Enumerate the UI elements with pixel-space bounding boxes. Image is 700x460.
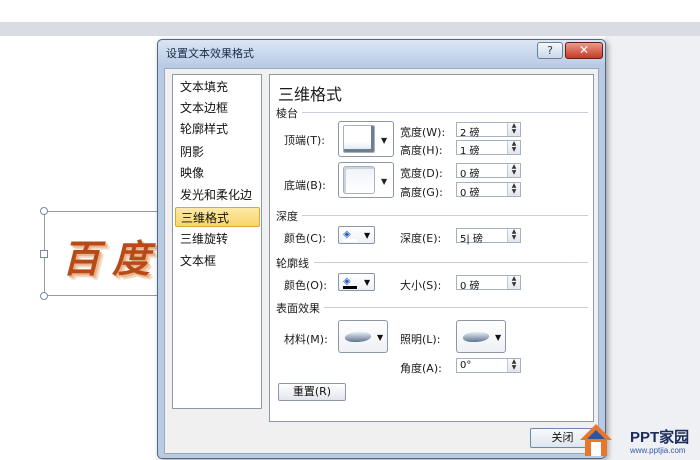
chevron-down-icon: ▼ [377,333,384,342]
category-glow-soft-edges[interactable]: 发光和柔化边缘 [175,185,260,222]
lighting-label: 照明(L): [400,333,441,346]
help-button[interactable]: ? [537,42,563,59]
depth-divider [302,215,588,216]
contour-size-label: 大小(S): [400,279,442,292]
spinner-arrows-icon[interactable]: ▲ ▼ [507,229,520,242]
resize-handle-top-left[interactable] [40,207,48,215]
bevel-bottom-height-value[interactable]: 0 磅 [460,184,480,199]
dialog-titlebar[interactable]: 设置文本效果格式 ? ✕ [158,40,605,64]
chevron-down-icon: ▼ [381,136,388,145]
depth-value[interactable]: 5| 磅 [460,230,483,245]
category-text-outline[interactable]: 文本边框 [175,98,260,118]
bevel-bottom-width-label: 宽度(D): [400,167,443,180]
material-dropdown[interactable]: ▼ [338,320,388,353]
lighting-dropdown[interactable]: ▼ [456,320,506,353]
angle-value[interactable]: 0° [460,360,471,371]
depth-section-label: 深度 [276,210,298,223]
format-text-effects-dialog: 设置文本效果格式 ? ✕ 文本填充 文本边框 轮廓样式 阴影 映像 发光和柔化边… [157,39,606,459]
logo-title: PPT家园 [630,429,690,446]
depth-spinner[interactable]: 5| 磅 ▲ ▼ [456,228,521,245]
category-3d-format[interactable]: 三维格式 [175,207,260,227]
bevel-section-label: 棱台 [276,107,298,120]
logo-url: www.pptjia.com [630,446,686,455]
bevel-top-width-value[interactable]: 2 磅 [460,124,480,139]
bevel-top-label: 顶端(T): [284,134,326,147]
category-text-box[interactable]: 文本框 [175,251,260,271]
bevel-top-height-spinner[interactable]: 1 磅 ▲ ▼ [456,140,521,157]
category-list: 文本填充 文本边框 轮廓样式 阴影 映像 发光和柔化边缘 三维格式 三维旋转 文… [172,74,262,409]
3d-format-panel: 三维格式 棱台 顶端(T): ▼ 宽度(W): 2 磅 ▲ ▼ 高度(H): 1 … [269,74,594,422]
surface-divider [324,307,588,308]
bevel-top-preview [343,125,375,153]
ribbon-strip [0,22,700,36]
spinner-arrows-icon[interactable]: ▲ ▼ [507,359,520,372]
depth-color-dropdown[interactable]: ◈ ▼ [338,226,375,244]
bevel-top-width-label: 宽度(W): [400,126,446,139]
depth-color-label: 颜色(C): [284,232,326,245]
bevel-bottom-height-label: 高度(G): [400,186,443,199]
category-shadow[interactable]: 阴影 [175,142,260,162]
dialog-close-icon[interactable]: ✕ [565,42,603,59]
bevel-bottom-width-spinner[interactable]: 0 磅 ▲ ▼ [456,163,521,180]
pptjia-logo: PPT家园 www.pptjia.com [578,420,700,460]
bevel-bottom-height-spinner[interactable]: 0 磅 ▲ ▼ [456,182,521,199]
dialog-body: 文本填充 文本边框 轮廓样式 阴影 映像 发光和柔化边缘 三维格式 三维旋转 文… [164,68,599,454]
bevel-bottom-dropdown[interactable]: ▼ [338,162,394,198]
bevel-divider [302,112,588,113]
contour-section-label: 轮廓线 [276,257,309,270]
workspace-right [605,36,700,460]
category-3d-rotation[interactable]: 三维旋转 [175,229,260,249]
category-text-fill[interactable]: 文本填充 [175,77,260,97]
lighting-preview-icon [461,332,491,342]
dialog-title: 设置文本效果格式 [166,47,254,60]
word-art-text: 百度 [62,236,162,281]
spinner-arrows-icon[interactable]: ▲ ▼ [507,123,520,136]
chevron-down-icon: ▼ [364,231,371,240]
category-reflection[interactable]: 映像 [175,163,260,183]
bevel-top-height-value[interactable]: 1 磅 [460,142,480,157]
bevel-top-width-spinner[interactable]: 2 磅 ▲ ▼ [456,122,521,139]
chevron-down-icon: ▼ [381,177,388,186]
material-label: 材料(M): [284,333,328,346]
bevel-top-height-label: 高度(H): [400,144,443,157]
spinner-arrows-icon[interactable]: ▲ ▼ [507,183,520,196]
contour-size-value[interactable]: 0 磅 [460,277,480,292]
house-icon [580,424,612,456]
bevel-bottom-label: 底端(B): [284,179,326,192]
reset-button[interactable]: 重置(R) [278,383,346,401]
contour-size-spinner[interactable]: 0 磅 ▲ ▼ [456,275,521,292]
bevel-bottom-width-value[interactable]: 0 磅 [460,165,480,180]
material-preview-icon [343,332,373,342]
contour-divider [314,262,588,263]
chevron-down-icon: ▼ [495,333,502,342]
category-outline-style[interactable]: 轮廓样式 [175,119,260,139]
color-bar [343,239,357,242]
resize-handle-bottom-left[interactable] [40,292,48,300]
spinner-arrows-icon[interactable]: ▲ ▼ [507,141,520,154]
panel-title: 三维格式 [278,85,343,104]
spinner-arrows-icon[interactable]: ▲ ▼ [507,276,520,289]
bevel-top-dropdown[interactable]: ▼ [338,121,394,157]
angle-spinner[interactable]: 0° ▲ ▼ [456,358,521,373]
spinner-arrows-icon[interactable]: ▲ ▼ [507,164,520,177]
resize-handle-left[interactable] [40,250,48,258]
contour-color-dropdown[interactable]: ◈ ▼ [338,273,375,291]
depth-label: 深度(E): [400,232,442,245]
angle-label: 角度(A): [400,362,442,375]
top-whitespace [0,0,700,22]
chevron-down-icon: ▼ [364,278,371,287]
color-bar [343,286,357,289]
contour-color-label: 颜色(O): [284,279,327,292]
surface-section-label: 表面效果 [276,302,320,315]
bevel-bottom-preview [343,166,375,194]
